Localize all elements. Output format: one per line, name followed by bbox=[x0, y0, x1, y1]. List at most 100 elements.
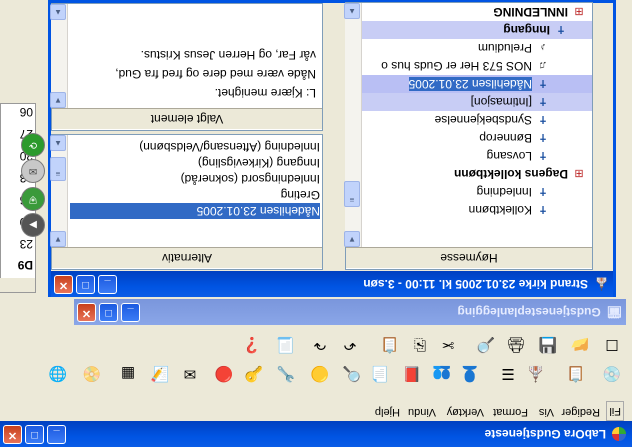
new-icon[interactable]: ☐ bbox=[600, 333, 624, 357]
globe-icon[interactable]: 🌐 bbox=[46, 362, 70, 386]
list-icon[interactable]: ☰ bbox=[496, 362, 520, 386]
search-icon[interactable]: 🔍 bbox=[340, 362, 364, 386]
app-logo-icon bbox=[612, 427, 626, 441]
alternative-item[interactable]: Innledning (Aftensang/Veldsbønn) bbox=[70, 139, 320, 155]
key-icon[interactable]: 🔑 bbox=[242, 362, 266, 386]
service-maximize-button[interactable]: □ bbox=[76, 275, 95, 294]
alternatives-header: Alternativ bbox=[52, 247, 322, 269]
order-tree: ⊞ INNLEDNING ✝ Inngang ♪ Preludium ♫ NOS 573 He… bbox=[362, 3, 592, 247]
church-icon[interactable]: ⛪ bbox=[524, 362, 548, 386]
tree-item[interactable]: ✝ Bønnerop bbox=[362, 129, 592, 147]
service-window: ⛪ Strand kirke 23.01.2005 kl. 11:00 - 3.… bbox=[21, 0, 616, 297]
alternative-item[interactable]: Innledningsord (sokneråd) bbox=[70, 171, 320, 187]
person-icon[interactable]: 👤 bbox=[458, 362, 482, 386]
menu-format[interactable]: Format bbox=[493, 403, 528, 421]
alternative-item[interactable]: Inngang (Kirkevigsling) bbox=[70, 155, 320, 171]
menu-verktoy[interactable]: Verktøy bbox=[447, 403, 484, 421]
selected-header: Valgt element bbox=[52, 108, 322, 130]
tree-item-label: INNLEDNING bbox=[493, 5, 568, 19]
tree-item[interactable]: ✝ Lovsang bbox=[362, 147, 592, 165]
tree-item[interactable]: ✝ Syndsbekjennelse bbox=[362, 111, 592, 129]
scroll-down-button[interactable]: ▼ bbox=[50, 92, 66, 108]
people-icon[interactable]: 👥 bbox=[430, 362, 454, 386]
edit-mail-icon[interactable]: 📝 bbox=[148, 362, 172, 386]
save-icon[interactable]: 💾 bbox=[536, 333, 560, 357]
cd-icon[interactable]: 📀 bbox=[80, 362, 104, 386]
app-minimize-button[interactable]: _ bbox=[47, 425, 66, 444]
play-icon[interactable]: ▶ bbox=[21, 213, 45, 237]
scroll-up-button[interactable]: ▲ bbox=[50, 135, 66, 151]
planner-close-button[interactable]: ✕ bbox=[77, 303, 96, 322]
alternatives-list: Innledning (Aftensang/Veldsbønn) Inngang … bbox=[68, 135, 322, 247]
tree-item-label: NOS 573 Her er Guds hus o bbox=[381, 59, 532, 73]
clipboard-icon[interactable]: 📃 bbox=[274, 333, 298, 357]
cross-icon: ✝ bbox=[538, 185, 548, 198]
tree-item-label: Syndsbekjennelse bbox=[434, 113, 532, 127]
tree-item[interactable]: ✝ Inngang bbox=[362, 21, 592, 39]
order-panel: Høymesse ⊞ INNLEDNING ✝ Inngang ♪ Preludium ♫ N… bbox=[344, 2, 593, 270]
redo-icon[interactable]: ↷ bbox=[308, 333, 332, 357]
scroll-down-button[interactable]: ▼ bbox=[50, 231, 66, 247]
app-maximize-button[interactable]: □ bbox=[25, 425, 44, 444]
menu-rediger[interactable]: Rediger bbox=[561, 403, 600, 421]
scroll-thumb[interactable]: ≡ bbox=[50, 157, 66, 181]
tree-item[interactable]: ♪ Preludium bbox=[362, 39, 592, 57]
scroll-up-button[interactable]: ▲ bbox=[50, 4, 66, 20]
menu-hjelp[interactable]: Hjelp bbox=[375, 403, 400, 421]
cut-icon[interactable]: ✂ bbox=[436, 333, 460, 357]
tree-item[interactable]: ✝ [Intimasjon] bbox=[362, 93, 592, 111]
preview-icon[interactable]: 🔎 bbox=[474, 333, 498, 357]
menu-fil[interactable]: Fil bbox=[606, 401, 624, 421]
planner-titlebar: 🗓 Gudstjenesteplanlegging _ □ ✕ bbox=[74, 299, 626, 325]
mail-icon[interactable]: ✉ bbox=[178, 362, 202, 386]
calendar-icon[interactable]: 📋 bbox=[564, 362, 588, 386]
cross-icon: ✝ bbox=[556, 23, 566, 36]
tree-item[interactable]: ✝ Innledning bbox=[362, 183, 592, 201]
music-icon: ♪ bbox=[540, 41, 546, 54]
menu-vis[interactable]: Vis bbox=[539, 403, 554, 421]
print-icon[interactable]: 🖨 bbox=[504, 333, 528, 357]
tree-item[interactable]: ✝ Nådehilsen 23.01.2005 bbox=[362, 75, 592, 93]
refresh-icon[interactable]: ⟳ bbox=[21, 133, 45, 157]
cross-icon: ✝ bbox=[538, 203, 548, 216]
scroll-up-button[interactable]: ▲ bbox=[344, 3, 360, 19]
tree-item-label: Nådehilsen 23.01.2005 bbox=[408, 77, 532, 91]
order-scrollbar[interactable]: ▲ ≡ ▼ bbox=[344, 3, 362, 247]
table-icon[interactable]: ▦ bbox=[116, 362, 140, 386]
alternatives-scrollbar[interactable]: ▲ ≡ ▼ bbox=[50, 135, 68, 247]
app-titlebar: LabOra Gudstjeneste _ □ ✕ bbox=[0, 421, 632, 447]
tree-item[interactable]: ⊞ Dagens kollektbønn bbox=[362, 165, 592, 183]
paste-icon[interactable]: 📋 bbox=[378, 333, 402, 357]
alternative-item[interactable]: Nådehilsen 23.01.2005 bbox=[70, 203, 320, 219]
shield-icon[interactable]: ⛨ bbox=[21, 187, 45, 211]
book-icon[interactable]: 📕 bbox=[400, 362, 424, 386]
planner-minimize-button[interactable]: _ bbox=[121, 303, 140, 322]
copy-icon[interactable]: ⎘ bbox=[408, 333, 432, 357]
alternative-item[interactable]: Greting bbox=[70, 187, 320, 203]
browse-icon[interactable]: 💿 bbox=[600, 362, 624, 386]
document-icon[interactable]: 📄 bbox=[368, 362, 392, 386]
selected-text[interactable]: L: Kjære menighet. Nåde være med dere og… bbox=[76, 45, 316, 102]
scroll-down-button[interactable]: ▼ bbox=[344, 231, 360, 247]
service-window-icon: ⛪ bbox=[594, 277, 609, 291]
scroll-thumb[interactable]: ≡ bbox=[344, 181, 360, 207]
planner-maximize-button[interactable]: □ bbox=[99, 303, 118, 322]
tree-item[interactable]: ✝ Kollektbønn bbox=[362, 201, 592, 219]
bg-table-row[interactable]: 23 bbox=[20, 236, 33, 252]
selected-scrollbar[interactable]: ▲ ▼ bbox=[50, 4, 68, 108]
toolbar-main: 💿 📋 ⛪ ☰ 👤 👥 📕 📄 🔍 🟡 🔧 🔑 🔴 ✉ 📝 ▦ 📀 🌐 bbox=[0, 359, 632, 389]
tree-item[interactable]: ⊞ INNLEDNING bbox=[362, 3, 592, 21]
undo-icon[interactable]: ↶ bbox=[338, 333, 362, 357]
app-close-button[interactable]: ✕ bbox=[3, 425, 22, 444]
mail-icon[interactable]: ✉ bbox=[21, 159, 45, 183]
disc-icon[interactable]: 🔴 bbox=[212, 362, 236, 386]
tree-item[interactable]: ♫ NOS 573 Her er Guds hus o bbox=[362, 57, 592, 75]
service-minimize-button[interactable]: _ bbox=[98, 275, 117, 294]
menu-vindu[interactable]: Vindu bbox=[408, 403, 436, 421]
tools-icon[interactable]: 🔧 bbox=[274, 362, 298, 386]
service-close-button[interactable]: ✕ bbox=[54, 275, 73, 294]
bg-table-row[interactable]: 06 bbox=[20, 104, 33, 120]
note-icon[interactable]: 🟡 bbox=[308, 362, 332, 386]
help-icon[interactable]: ❓ bbox=[240, 333, 264, 357]
open-icon[interactable]: 📂 bbox=[568, 333, 592, 357]
